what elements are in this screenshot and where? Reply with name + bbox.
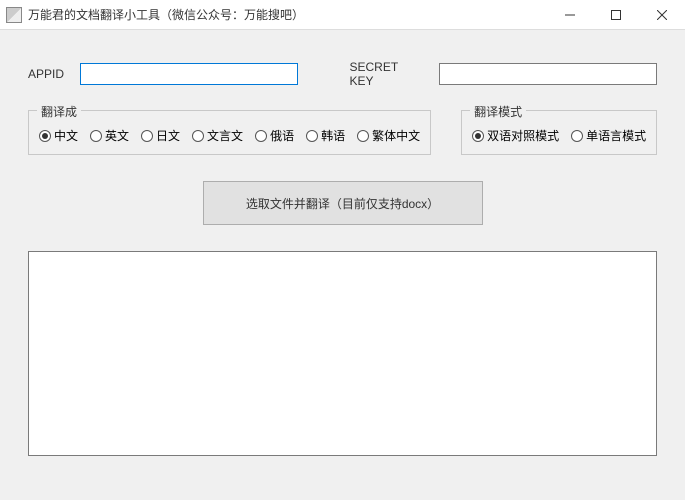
translate-mode-legend: 翻译模式 — [470, 103, 526, 120]
titlebar: 万能君的文档翻译小工具（微信公众号：万能搜吧） — [0, 0, 685, 30]
app-icon — [6, 7, 22, 23]
output-textarea[interactable] — [28, 251, 657, 456]
translate-to-radio-2[interactable]: 日文 — [141, 127, 180, 144]
credentials-row: APPID SECRET KEY — [28, 60, 657, 88]
radio-icon — [357, 130, 369, 142]
secret-key-label: SECRET KEY — [350, 60, 423, 88]
translate-mode-group: 翻译模式 双语对照模式单语言模式 — [461, 110, 657, 155]
radio-icon — [141, 130, 153, 142]
radio-icon — [39, 130, 51, 142]
translate-mode-radio-1[interactable]: 单语言模式 — [571, 127, 646, 144]
radio-icon — [192, 130, 204, 142]
options-row: 翻译成 中文英文日文文言文俄语韩语繁体中文 翻译模式 双语对照模式单语言模式 — [28, 110, 657, 155]
radio-label: 繁体中文 — [372, 127, 420, 144]
radio-label: 中文 — [54, 127, 78, 144]
radio-icon — [306, 130, 318, 142]
appid-input[interactable] — [80, 63, 298, 85]
window-controls — [547, 0, 685, 29]
radio-label: 日文 — [156, 127, 180, 144]
radio-icon — [571, 130, 583, 142]
secret-key-input[interactable] — [439, 63, 657, 85]
translate-to-radio-1[interactable]: 英文 — [90, 127, 129, 144]
translate-to-radio-4[interactable]: 俄语 — [255, 127, 294, 144]
window-title: 万能君的文档翻译小工具（微信公众号：万能搜吧） — [28, 6, 547, 23]
radio-icon — [90, 130, 102, 142]
radio-label: 俄语 — [270, 127, 294, 144]
radio-label: 单语言模式 — [586, 127, 646, 144]
close-button[interactable] — [639, 0, 685, 29]
radio-label: 双语对照模式 — [487, 127, 559, 144]
translate-mode-radio-0[interactable]: 双语对照模式 — [472, 127, 559, 144]
radio-label: 文言文 — [207, 127, 243, 144]
translate-to-radio-0[interactable]: 中文 — [39, 127, 78, 144]
action-row: 选取文件并翻译（目前仅支持docx） — [28, 181, 657, 225]
select-file-translate-button[interactable]: 选取文件并翻译（目前仅支持docx） — [203, 181, 483, 225]
maximize-button[interactable] — [593, 0, 639, 29]
translate-to-radio-6[interactable]: 繁体中文 — [357, 127, 420, 144]
radio-icon — [472, 130, 484, 142]
appid-label: APPID — [28, 67, 64, 81]
content-area: APPID SECRET KEY 翻译成 中文 英文 日文 文言文 俄语 韩语 繁体中文 翻… — [0, 30, 685, 500]
translate-to-radio-3[interactable]: 文言文 — [192, 127, 243, 144]
radio-label: 英文 — [105, 127, 129, 144]
translate-to-radio-5[interactable]: 韩语 — [306, 127, 345, 144]
translate-to-legend: 翻译成 — [37, 103, 81, 120]
minimize-button[interactable] — [547, 0, 593, 29]
radio-label: 韩语 — [321, 127, 345, 144]
translate-to-group: 翻译成 中文英文日文文言文俄语韩语繁体中文 — [28, 110, 431, 155]
radio-icon — [255, 130, 267, 142]
